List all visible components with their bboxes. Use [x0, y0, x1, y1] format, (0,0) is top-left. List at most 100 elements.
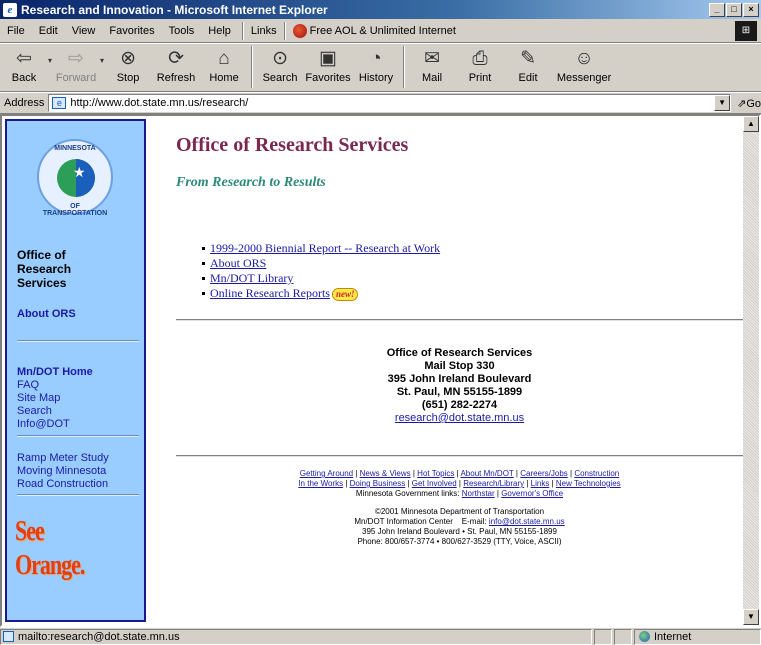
- back-arrow-icon: ⇦: [16, 48, 32, 69]
- history-icon: ◔: [370, 48, 382, 69]
- footer-info-row: Mn/DOT Information Center E-mail: info@d…: [176, 517, 743, 527]
- page-subtitle: From Research to Results: [176, 175, 326, 190]
- footer-link-hot-topics[interactable]: Hot Topics: [417, 469, 454, 478]
- mail-icon: ✉: [424, 48, 440, 69]
- list-item: Online Research Reports new!: [202, 286, 440, 301]
- see-orange-logo[interactable]: See Orange.: [15, 514, 87, 580]
- footer-nav-row2: In the Works | Doing Business | Get Invo…: [298, 479, 621, 488]
- home-button[interactable]: ⌂ Home: [200, 46, 248, 84]
- sidebar-link-about-ors[interactable]: About ORS: [17, 307, 76, 321]
- close-button[interactable]: ×: [743, 2, 759, 17]
- favorites-label: Favorites: [305, 72, 351, 84]
- sidebar-link-ramp-meter[interactable]: Ramp Meter Study: [17, 451, 109, 465]
- address-label: Address: [4, 97, 45, 109]
- mail-button[interactable]: ✉ Mail: [408, 46, 456, 84]
- sidebar-link-site-map[interactable]: Site Map: [17, 391, 60, 405]
- footer-copyright: ©2001 Minnesota Department of Transporta…: [374, 507, 545, 516]
- contact-email-link[interactable]: research@dot.state.mn.us: [176, 412, 743, 425]
- mndot-library-link[interactable]: Mn/DOT Library: [210, 271, 293, 285]
- menu-help[interactable]: Help: [201, 25, 238, 37]
- scroll-up-icon[interactable]: ▲: [743, 116, 759, 132]
- footer-link-careers-jobs[interactable]: Careers/Jobs: [520, 469, 568, 478]
- sidebar-link-search[interactable]: Search: [17, 404, 52, 418]
- forward-arrow-icon: ⇨: [68, 48, 84, 69]
- sidebar-heading-line2[interactable]: Research: [17, 262, 71, 276]
- menu-file[interactable]: File: [0, 25, 32, 37]
- vertical-scrollbar[interactable]: ▲ ▼: [743, 116, 759, 625]
- footer-link-getting-around[interactable]: Getting Around: [300, 469, 353, 478]
- messenger-button[interactable]: ☺ Messenger: [552, 46, 616, 84]
- menu-edit[interactable]: Edit: [32, 25, 65, 37]
- footer-link-news-views[interactable]: News & Views: [360, 469, 411, 478]
- windows-logo-icon: ⊞: [735, 20, 757, 41]
- history-button[interactable]: ◔ History: [352, 46, 400, 84]
- back-button[interactable]: ⇦ Back: [0, 46, 48, 84]
- sidebar-link-mndot-home[interactable]: Mn/DOT Home: [17, 365, 93, 379]
- window-title-bar[interactable]: e Research and Innovation - Microsoft In…: [0, 0, 761, 19]
- aol-link[interactable]: Free AOL & Unlimited Internet: [310, 25, 456, 37]
- footer-link-research-library[interactable]: Research/Library: [463, 479, 524, 488]
- favorites-icon: ▣: [319, 48, 337, 69]
- mndot-logo[interactable]: MINNESOTA ★ OF TRANSPORTATION: [37, 139, 113, 217]
- sidebar-heading-line3[interactable]: Services: [17, 276, 66, 290]
- page-icon: [3, 631, 14, 642]
- sidebar-divider: [17, 340, 139, 342]
- print-button[interactable]: ⎙ Print: [456, 46, 504, 84]
- footer-link-about-mndot[interactable]: About Mn/DOT: [460, 469, 513, 478]
- page-icon: e: [52, 97, 67, 109]
- menu-view[interactable]: View: [65, 25, 103, 37]
- menu-favorites[interactable]: Favorites: [102, 25, 161, 37]
- refresh-button[interactable]: ⟳ Refresh: [152, 46, 200, 84]
- refresh-icon: ⟳: [168, 48, 184, 69]
- address-url[interactable]: http://www.dot.state.mn.us/research/: [70, 97, 248, 109]
- footer-link-northstar[interactable]: Northstar: [462, 489, 495, 498]
- search-button[interactable]: ⊙ Search: [256, 46, 304, 84]
- footer-link-governors-office[interactable]: Governor's Office: [501, 489, 563, 498]
- footer-link-links[interactable]: Links: [531, 479, 550, 488]
- minimize-button[interactable]: _: [709, 2, 725, 17]
- links-label[interactable]: Links: [248, 25, 280, 37]
- site-footer: Getting Around | News & Views | Hot Topi…: [176, 469, 743, 547]
- footer-link-new-technologies[interactable]: New Technologies: [556, 479, 621, 488]
- forward-label: Forward: [55, 72, 97, 84]
- footer-link-in-the-works[interactable]: In the Works: [298, 479, 343, 488]
- sidebar-link-faq[interactable]: FAQ: [17, 378, 39, 392]
- edit-button[interactable]: ✎ Edit: [504, 46, 552, 84]
- contact-block: Office of Research Services Mail Stop 33…: [176, 347, 743, 425]
- sidebar-link-moving-minnesota[interactable]: Moving Minnesota: [17, 464, 106, 478]
- standard-toolbar: ⇦ Back ▾ ⇨ Forward ▾ ⊗ Stop ⟳ Refresh ⌂ …: [0, 43, 761, 92]
- scroll-down-icon[interactable]: ▼: [743, 609, 759, 625]
- about-ors-link[interactable]: About ORS: [210, 256, 266, 270]
- footer-email-link[interactable]: info@dot.state.mn.us: [489, 517, 565, 526]
- address-dropdown-icon[interactable]: ▼: [714, 95, 731, 111]
- biennial-report-link[interactable]: 1999-2000 Biennial Report -- Research at…: [210, 241, 440, 255]
- go-button[interactable]: ⇗Go: [737, 97, 761, 110]
- stop-icon: ⊗: [120, 48, 136, 69]
- footer-gov-row: Minnesota Government links: Northstar | …: [355, 489, 564, 498]
- sidebar-link-road-construction[interactable]: Road Construction: [17, 477, 108, 491]
- security-zone-label: Internet: [654, 630, 692, 643]
- history-label: History: [358, 72, 394, 84]
- favorites-button[interactable]: ▣ Favorites: [304, 46, 352, 84]
- new-badge-icon: new!: [331, 287, 359, 301]
- toolbar-separator: [403, 46, 406, 88]
- address-input[interactable]: e http://www.dot.state.mn.us/research/ ▼: [48, 94, 732, 112]
- maximize-button[interactable]: □: [726, 2, 742, 17]
- home-icon: ⌂: [218, 48, 230, 69]
- footer-link-construction[interactable]: Construction: [574, 469, 619, 478]
- content-divider: [176, 455, 743, 457]
- stop-button[interactable]: ⊗ Stop: [104, 46, 152, 84]
- edit-label: Edit: [518, 72, 538, 84]
- contact-street: 395 John Ireland Boulevard: [387, 373, 532, 385]
- online-research-reports-link[interactable]: Online Research Reports: [210, 286, 330, 300]
- footer-link-doing-business[interactable]: Doing Business: [350, 479, 406, 488]
- forward-button[interactable]: ⇨ Forward: [52, 46, 100, 84]
- footer-link-get-involved[interactable]: Get Involved: [412, 479, 457, 488]
- security-zone-pane[interactable]: Internet: [634, 628, 761, 645]
- sidebar-heading-line1[interactable]: Office of: [17, 248, 66, 262]
- sidebar-divider: [17, 494, 139, 496]
- address-bar: Address e http://www.dot.state.mn.us/res…: [0, 92, 761, 114]
- window-title: Research and Innovation - Microsoft Inte…: [21, 2, 328, 17]
- menu-tools[interactable]: Tools: [162, 25, 202, 37]
- sidebar-link-info-dot[interactable]: Info@DOT: [17, 417, 70, 431]
